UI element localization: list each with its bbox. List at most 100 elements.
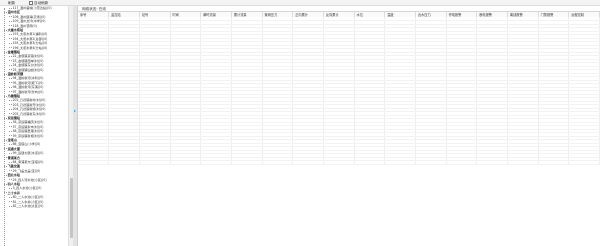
tree-connector <box>9 187 12 189</box>
tree-item-label: 204_乃德镇新塘(村)(0) <box>12 107 46 112</box>
table-cell <box>108 160 140 165</box>
table-cell <box>78 160 110 165</box>
tree-connector <box>9 126 12 128</box>
tree-connector <box>4 165 7 167</box>
tree-connector <box>9 55 12 57</box>
tree-connector <box>9 161 12 163</box>
tree-item[interactable]: 82_二人水池(大区)(0) <box>9 204 43 208</box>
tree-connector <box>9 121 12 123</box>
tree-item-label: 202_乃德镇新村(村)(0) <box>12 98 46 103</box>
tree-connector <box>9 69 12 71</box>
tree-connector <box>9 38 12 40</box>
table-cell <box>231 160 263 165</box>
table-cell <box>262 160 294 165</box>
station-tree: 117_温州鹿城(小雷达站)(0) 温州市区 106_温州瓯海(农场)(0) 109_… <box>0 6 68 246</box>
tree-item-label: 80_二人水池(小区)(0) <box>12 195 44 200</box>
tree-connector <box>4 73 7 75</box>
tree-item-label: 99_运通大厦(水泥)(0) <box>12 151 44 156</box>
table-body <box>78 17 600 165</box>
tree-connector <box>9 201 12 203</box>
tree-item-label: 66_宝塔山(小学)(0) <box>12 142 41 147</box>
tree-connector <box>9 99 12 101</box>
tree-item-label: 58_京运镇里港(村)(0) <box>12 129 44 134</box>
tree-connector <box>9 179 12 181</box>
tree-connector <box>9 108 12 110</box>
tree-connector <box>9 205 12 207</box>
tree-connector <box>9 104 12 106</box>
tree-connector <box>4 117 7 119</box>
tree-connector <box>9 170 12 172</box>
data-table: 序号 监控站 站号 时间 瞬时流量 累计流量 管网压力 正向累计 反向累计 水位 温度 出水压力 停电报… <box>78 12 600 165</box>
tree-item-label: 西北水站 <box>7 173 20 178</box>
tree-item-label: 118_温州苍南(0) <box>12 23 37 28</box>
tree-item-label: 195_大唐水泵3(分站)(0) <box>12 41 48 46</box>
tree-connector <box>9 47 12 49</box>
tree-connector <box>9 130 12 132</box>
tree-connector <box>4 148 7 150</box>
tree-connector <box>9 86 12 88</box>
tree-item-label: 25_金塘镇仙岩(村)(0) <box>12 67 44 72</box>
tree-connector <box>9 60 12 62</box>
tree-item-label: 22_金塘镇富强(村)(0) <box>12 54 44 59</box>
tree-connector <box>9 64 12 66</box>
tree-connector <box>9 113 12 115</box>
tree-connector <box>4 29 7 31</box>
tree-connector <box>4 183 7 185</box>
table-cell <box>415 160 447 165</box>
table-cell <box>476 160 508 165</box>
tree-connector <box>9 7 12 9</box>
tree-guide-line <box>4 8 5 246</box>
tree-connector <box>9 82 12 84</box>
tree-connector <box>4 11 7 13</box>
tree-connector <box>9 143 12 145</box>
tree-connector <box>9 196 12 198</box>
tree-item-label: 3_四人水池(小区)(0) <box>12 186 42 191</box>
tree-item-label: 196_大唐水泵4(分站)(0) <box>12 45 48 50</box>
tree-connector <box>9 33 12 35</box>
auto-refresh-checkbox[interactable] <box>29 1 33 5</box>
table-cell <box>292 160 324 165</box>
table-cell <box>354 160 386 165</box>
tree-item-label: 青浦某方 <box>7 155 20 160</box>
auto-refresh-label: 自动刷新 <box>34 0 49 5</box>
table-cell <box>323 160 355 165</box>
tree-item-label: 59_京运镇新塘(村)(0) <box>12 133 44 138</box>
table-cell <box>568 160 600 165</box>
tree-item-label: 94_温岭新河(水利)(0) <box>12 76 44 81</box>
tree-item-label: 81_二人水井(小区)(0) <box>12 199 44 204</box>
tree-connector <box>9 135 12 137</box>
table-cell <box>170 160 202 165</box>
tree-connector <box>4 192 7 194</box>
table-cell <box>507 160 539 165</box>
tree-connector <box>9 91 12 93</box>
tree-item-label: 56_京运镇福庆(村)(0) <box>12 120 44 125</box>
table-cell <box>139 160 171 165</box>
tree-connector <box>9 25 12 27</box>
tree-item-label: 温州市区 <box>7 10 20 15</box>
collapse-arrow-icon[interactable]: ▸ <box>74 108 76 113</box>
tree-connector <box>9 16 12 18</box>
tree-connector <box>9 20 12 22</box>
refresh-button[interactable]: 刷新 <box>8 1 15 6</box>
tree-connector <box>4 95 7 97</box>
tree-connector <box>9 42 12 44</box>
tree-connector <box>4 139 7 141</box>
table-cell <box>200 160 232 165</box>
tree-item-label: 109_温州龙湾(中学)(0) <box>12 19 46 24</box>
table-row[interactable] <box>78 160 600 165</box>
tree-connector <box>4 174 7 176</box>
tree-connector <box>4 51 7 53</box>
tree-item-label: 97_温岭新河(长屿)(0) <box>12 89 44 94</box>
tree-item-label: 205_乃德镇新东(村)(0) <box>12 111 46 116</box>
tree-connector <box>4 157 7 159</box>
data-grid: 序号 监控站 站号 时间 瞬时流量 累计流量 管网压力 正向累计 反向累计 水位 温度 出水压力 停电报… <box>78 11 600 246</box>
tree-item-label: 193_大唐水泵1(福利)(0) <box>12 32 48 37</box>
table-cell <box>446 160 478 165</box>
tree-item-label: 飞盖龙盖 <box>7 164 20 169</box>
tree-connector <box>9 152 12 154</box>
tree-item-label: 24_金塘镇东沙(村)(0) <box>12 63 44 68</box>
tree-item-label: 82_二人水池(大区)(0) <box>12 204 44 208</box>
table-cell <box>538 160 570 165</box>
tree-connector <box>9 77 12 79</box>
table-cell <box>384 160 416 165</box>
